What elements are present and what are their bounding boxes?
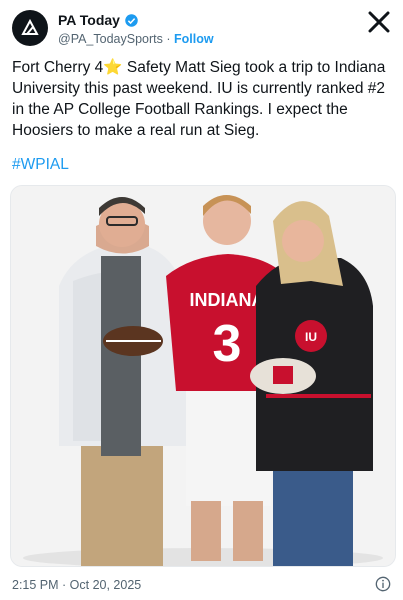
tweet-text: Fort Cherry 4⭐ Safety Matt Sieg took a t… xyxy=(12,59,386,139)
jersey-name: INDIANA xyxy=(190,290,265,310)
author-info: PA Today @PA_TodaySports · Follow xyxy=(58,12,214,47)
x-logo-icon[interactable] xyxy=(367,10,391,34)
handle[interactable]: @PA_TodaySports xyxy=(58,32,163,46)
follow-button[interactable]: Follow xyxy=(174,32,214,46)
jersey-number: 3 xyxy=(213,315,242,373)
pa-today-logo-icon xyxy=(21,18,39,35)
display-name[interactable]: PA Today xyxy=(58,12,120,29)
avatar[interactable] xyxy=(12,10,48,46)
info-icon[interactable] xyxy=(375,576,391,592)
tweet-header: PA Today @PA_TodaySports · Follow xyxy=(12,8,391,48)
separator: · xyxy=(166,32,171,46)
tweet-photo[interactable]: INDIANA 3 IU xyxy=(10,185,396,567)
verified-badge-icon xyxy=(125,14,138,27)
helmet-logo: IU xyxy=(305,330,317,344)
hashtag-link[interactable]: #WPIAL xyxy=(12,154,69,175)
photo-illustration: INDIANA 3 IU xyxy=(11,186,395,566)
timestamp[interactable]: 2:15 PM · Oct 20, 2025 xyxy=(12,578,141,592)
